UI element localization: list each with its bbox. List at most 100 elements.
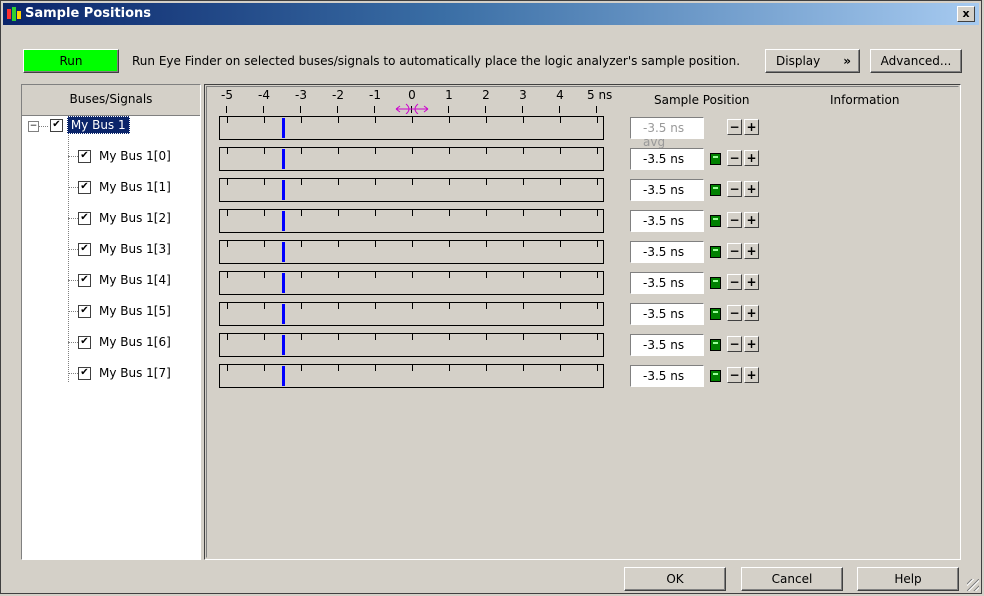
signal-checkbox[interactable]: ✔ (78, 181, 91, 194)
sample-position-marker[interactable] (281, 366, 285, 386)
run-button[interactable]: Run (23, 49, 119, 73)
increment-button[interactable]: + (744, 336, 759, 352)
signal-checkbox[interactable]: ✔ (78, 305, 91, 318)
calculator-icon[interactable] (710, 339, 721, 351)
calculator-icon[interactable] (710, 308, 721, 320)
calculator-icon[interactable] (710, 153, 721, 165)
sample-position-track[interactable] (219, 116, 604, 140)
sample-position-track[interactable] (219, 178, 604, 202)
cancel-button[interactable]: Cancel (741, 567, 843, 591)
position-value: -3.5 ns (643, 307, 685, 321)
track-tick (227, 303, 228, 309)
sample-position-track[interactable] (219, 209, 604, 233)
increment-button[interactable]: + (744, 274, 759, 290)
tree-item-signal[interactable]: ✔ My Bus 1[0] (78, 146, 171, 166)
window-title: Sample Positions (25, 6, 152, 21)
position-field[interactable]: -3.5 ns (630, 210, 704, 232)
tree-item-my-bus-1[interactable]: ✔ My Bus 1 (50, 115, 130, 135)
sample-position-track[interactable] (219, 364, 604, 388)
track-tick (597, 334, 598, 340)
increment-button[interactable]: + (744, 212, 759, 228)
decrement-button[interactable]: − (727, 305, 742, 321)
sample-position-track[interactable] (219, 147, 604, 171)
tree-item-signal[interactable]: ✔ My Bus 1[3] (78, 239, 171, 259)
tree-item-signal[interactable]: ✔ My Bus 1[6] (78, 332, 171, 352)
sample-position-marker[interactable] (281, 211, 285, 231)
ruler-tick (522, 106, 523, 113)
sample-position-marker[interactable] (281, 180, 285, 200)
sample-position-marker[interactable] (281, 335, 285, 355)
ruler-tick (300, 106, 301, 113)
increment-button[interactable]: + (744, 305, 759, 321)
signal-checkbox[interactable]: ✔ (78, 367, 91, 380)
sample-position-marker[interactable] (281, 273, 285, 293)
track-tick (449, 334, 450, 340)
increment-button[interactable]: + (744, 150, 759, 166)
sample-position-track[interactable] (219, 271, 604, 295)
signal-checkbox[interactable]: ✔ (78, 274, 91, 287)
help-button[interactable]: Help (857, 567, 959, 591)
position-value: -3.5 ns (643, 183, 685, 197)
calculator-icon[interactable] (710, 277, 721, 289)
decrement-button[interactable]: − (727, 274, 742, 290)
checkbox-my-bus-1[interactable]: ✔ (50, 119, 63, 132)
signal-checkbox[interactable]: ✔ (78, 212, 91, 225)
calculator-icon[interactable] (710, 215, 721, 227)
decrement-button[interactable]: − (727, 181, 742, 197)
calculator-icon[interactable] (710, 246, 721, 258)
calculator-icon[interactable] (710, 370, 721, 382)
sample-position-track[interactable] (219, 240, 604, 264)
buses-signals-header[interactable]: Buses/Signals (22, 85, 200, 116)
track-tick (301, 303, 302, 309)
increment-button[interactable]: + (744, 367, 759, 383)
decrement-button[interactable]: − (727, 150, 742, 166)
sample-position-marker[interactable] (281, 118, 285, 138)
sample-position-track[interactable] (219, 333, 604, 357)
track-tick (449, 117, 450, 123)
decrement-button[interactable]: − (727, 367, 742, 383)
track-tick (301, 365, 302, 371)
tree-item-signal[interactable]: ✔ My Bus 1[7] (78, 363, 171, 383)
signal-checkbox[interactable]: ✔ (78, 336, 91, 349)
sample-position-marker[interactable] (281, 149, 285, 169)
signal-label: My Bus 1[7] (99, 366, 171, 380)
close-button[interactable]: x (957, 6, 975, 22)
track-tick (412, 117, 413, 123)
title-bar[interactable]: Sample Positions x (3, 3, 979, 25)
ruler-tick (448, 106, 449, 113)
signal-checkbox[interactable]: ✔ (78, 243, 91, 256)
decrement-button[interactable]: − (727, 336, 742, 352)
track-tick (338, 272, 339, 278)
tree-item-signal[interactable]: ✔ My Bus 1[4] (78, 270, 171, 290)
sample-position-track[interactable] (219, 302, 604, 326)
decrement-button[interactable]: − (727, 243, 742, 259)
calculator-icon[interactable] (710, 184, 721, 196)
sample-position-marker[interactable] (281, 304, 285, 324)
track-tick (338, 303, 339, 309)
increment-button[interactable]: + (744, 181, 759, 197)
position-field[interactable]: -3.5 ns (630, 179, 704, 201)
sample-position-marker[interactable] (281, 242, 285, 262)
tree-item-signal[interactable]: ✔ My Bus 1[5] (78, 301, 171, 321)
tree-item-signal[interactable]: ✔ My Bus 1[2] (78, 208, 171, 228)
increment-button[interactable]: + (744, 243, 759, 259)
position-field[interactable]: -3.5 ns (630, 148, 704, 170)
advanced-button[interactable]: Advanced... (870, 49, 962, 73)
decrement-button[interactable]: − (727, 119, 742, 135)
position-field[interactable]: -3.5 ns (630, 272, 704, 294)
position-field[interactable]: -3.5 ns (630, 334, 704, 356)
display-button[interactable]: Display » (765, 49, 860, 73)
increment-button[interactable]: + (744, 119, 759, 135)
buses-signals-panel: Buses/Signals − ✔ My Bus 1 ✔ My Bus 1[0] ✔… (21, 84, 201, 560)
information-header: Information (830, 93, 900, 107)
ok-button[interactable]: OK (624, 567, 726, 591)
position-field[interactable]: -3.5 ns (630, 241, 704, 263)
position-field[interactable]: -3.5 ns (630, 303, 704, 325)
signal-checkbox[interactable]: ✔ (78, 150, 91, 163)
position-field[interactable]: -3.5 ns (630, 365, 704, 387)
decrement-button[interactable]: − (727, 212, 742, 228)
resize-grip[interactable] (967, 579, 979, 591)
track-tick (486, 148, 487, 154)
track-tick (375, 303, 376, 309)
tree-item-signal[interactable]: ✔ My Bus 1[1] (78, 177, 171, 197)
